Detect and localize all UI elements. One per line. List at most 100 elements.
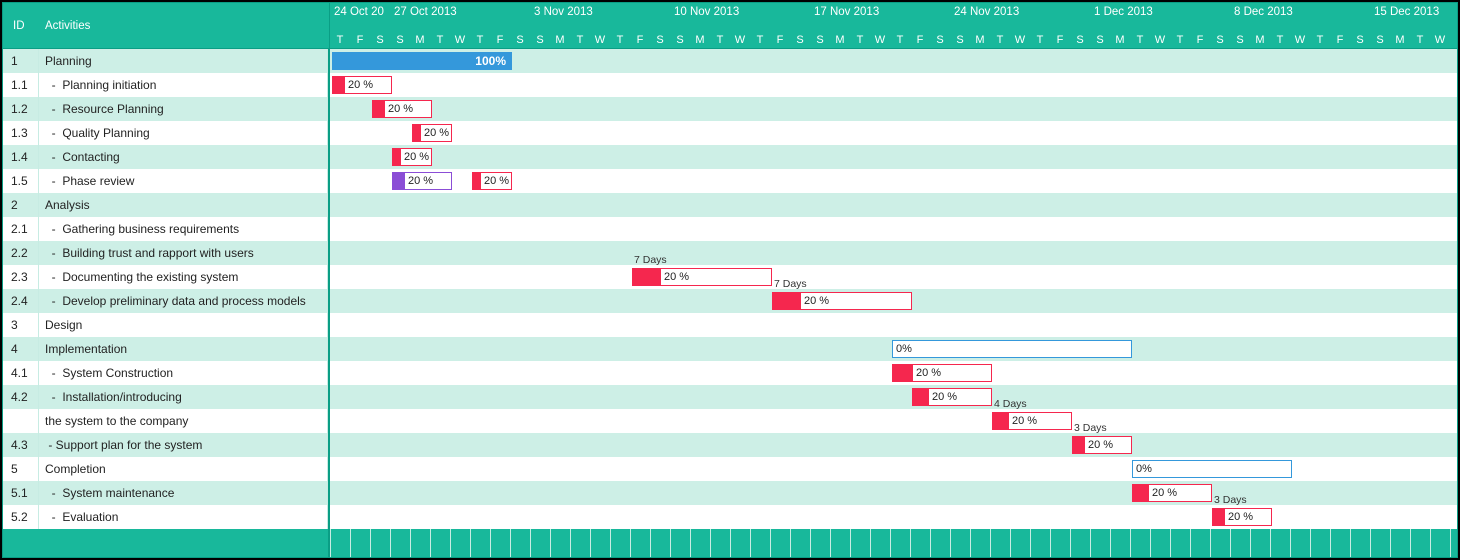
day-label: T [1130,34,1150,46]
task-name: - Develop preliminary data and process m… [39,289,327,313]
task-row[interactable]: 1.4 - Contacting [3,145,328,169]
gantt-bar[interactable]: 20 % [332,76,392,94]
task-row[interactable]: 5.2 - Evaluation [3,505,328,529]
bar-percent-label: 20 % [393,172,451,190]
day-label: W [730,34,750,46]
day-label: F [770,34,790,46]
task-id: 2.1 [3,217,39,241]
gantt-bar[interactable]: 20 % [892,364,992,382]
task-id: 1.1 [3,73,39,97]
header-left: ID Activities [3,3,330,48]
gantt-bar[interactable]: 20 % [912,388,992,406]
bar-percent-label: 0% [893,340,1131,358]
task-name: - System Construction [39,361,327,385]
bar-duration-label: 3 Days [1214,494,1247,506]
gantt-bar[interactable]: 100% [332,52,512,70]
day-label: F [630,34,650,46]
day-label: S [510,34,530,46]
task-row[interactable]: 2.3 - Documenting the existing system [3,265,328,289]
task-row[interactable]: 1.5 - Phase review [3,169,328,193]
gantt-bar[interactable]: 20 % [472,172,512,190]
gantt-bar[interactable]: 0% [1132,460,1292,478]
task-row[interactable]: 2Analysis [3,193,328,217]
task-row[interactable]: 4Implementation [3,337,328,361]
task-id: 4 [3,337,39,361]
day-label: M [410,34,430,46]
task-row[interactable]: 4.1 - System Construction [3,361,328,385]
task-row[interactable]: 5Completion [3,457,328,481]
day-label: M [690,34,710,46]
gantt-bar[interactable]: 20 % [392,148,432,166]
gantt-bar[interactable]: 20 % [372,100,432,118]
task-id [3,409,39,433]
task-name: - Installation/introducing [39,385,327,409]
day-label: T [330,34,350,46]
column-header-activities[interactable]: Activities [39,20,329,32]
day-label: T [1410,34,1430,46]
task-row[interactable]: 2.2 - Building trust and rapport with us… [3,241,328,265]
gantt-bar[interactable]: 20 % [772,292,912,310]
week-label: 17 Nov 2013 [814,6,879,18]
task-row[interactable]: 1.3 - Quality Planning [3,121,328,145]
task-row[interactable]: the system to the company [3,409,328,433]
task-name: - System maintenance [39,481,327,505]
task-id: 4.1 [3,361,39,385]
task-row[interactable]: 2.1 - Gathering business requirements [3,217,328,241]
gantt-bar[interactable]: 20 % [392,172,452,190]
day-label: T [710,34,730,46]
gantt-chart: ID Activities 24 Oct 2027 Oct 20133 Nov … [2,2,1458,558]
bar-duration-label: 3 Days [1074,422,1107,434]
task-id: 1.4 [3,145,39,169]
column-header-id[interactable]: ID [3,20,39,32]
day-label: F [1330,34,1350,46]
task-id: 2.2 [3,241,39,265]
task-row[interactable]: 5.1 - System maintenance [3,481,328,505]
task-row[interactable]: 3Design [3,313,328,337]
gantt-bar[interactable]: 20 % [632,268,772,286]
day-label: M [970,34,990,46]
day-label: T [1170,34,1190,46]
day-label: T [470,34,490,46]
day-label: T [990,34,1010,46]
bar-duration-label: 7 Days [774,278,807,290]
task-row[interactable]: 2.4 - Develop preliminary data and proce… [3,289,328,313]
day-label: S [530,34,550,46]
gantt-bar[interactable]: 20 % [1132,484,1212,502]
task-name: - Building trust and rapport with users [39,241,327,265]
task-name: - Phase review [39,169,327,193]
task-name: Planning [39,49,327,73]
gantt-bar[interactable]: 20 % [1072,436,1132,454]
task-id: 3 [3,313,39,337]
gantt-bar[interactable]: 20 % [992,412,1072,430]
day-label: F [1190,34,1210,46]
day-label: S [1230,34,1250,46]
gantt-bar[interactable]: 20 % [1212,508,1272,526]
task-row[interactable]: 1Planning [3,49,328,73]
task-id: 1.3 [3,121,39,145]
week-label: 27 Oct 2013 [394,6,457,18]
chart-pane[interactable]: 100%20 %20 %20 %20 %20 %20 %20 %7 Days20… [330,49,1457,557]
task-row[interactable]: 1.2 - Resource Planning [3,97,328,121]
timeline-days: TFSSMTWTFSSMTWTFSSMTWTFSSMTWTFSSMTWTFSSM… [330,25,1457,49]
task-row[interactable]: 1.1 - Planning initiation [3,73,328,97]
day-label: T [1310,34,1330,46]
gantt-bar[interactable]: 0% [892,340,1132,358]
task-row[interactable]: 4.2 - Installation/introducing [3,385,328,409]
day-label: S [930,34,950,46]
task-id: 1 [3,49,39,73]
task-id: 1.2 [3,97,39,121]
task-name: - Support plan for the system [39,433,327,457]
day-label: M [1390,34,1410,46]
bar-duration-label: 4 Days [994,398,1027,410]
task-name: Completion [39,457,327,481]
day-label: T [850,34,870,46]
day-label: W [450,34,470,46]
day-label: W [870,34,890,46]
day-label: S [1210,34,1230,46]
task-row[interactable]: 4.3 - Support plan for the system [3,433,328,457]
day-label: S [1350,34,1370,46]
day-label: F [350,34,370,46]
gantt-bar[interactable]: 20 % [412,124,452,142]
task-name: - Documenting the existing system [39,265,327,289]
day-label: W [1010,34,1030,46]
